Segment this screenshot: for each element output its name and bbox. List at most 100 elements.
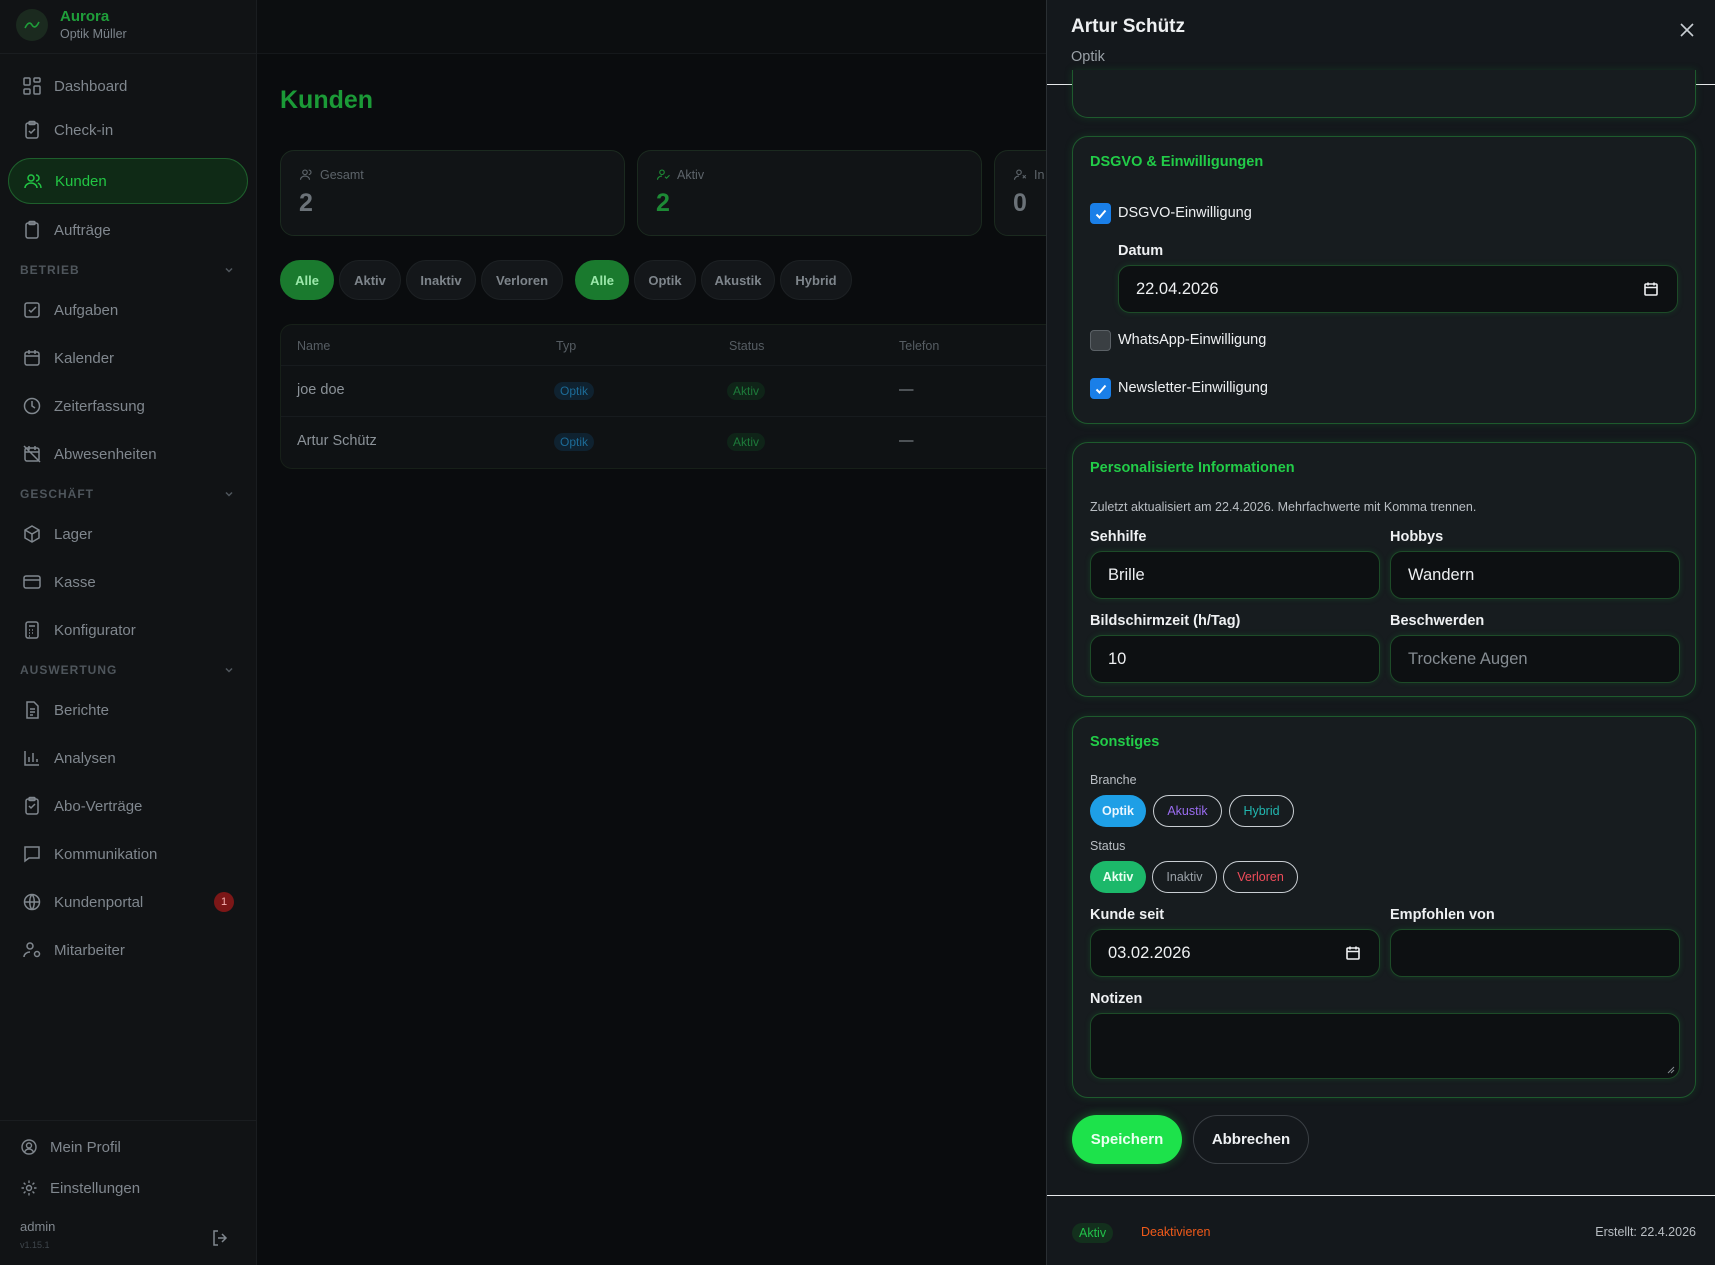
sidebar-item-kasse[interactable]: Kasse — [8, 559, 248, 605]
customer-since-value: 03.02.2026 — [1108, 943, 1191, 962]
table-row[interactable]: joe doe Optik Aktiv — — [281, 365, 1048, 415]
cell-telefon: — — [899, 382, 914, 398]
hobbys-input[interactable]: Wandern — [1390, 551, 1680, 599]
status-option-verloren[interactable]: Verloren — [1223, 861, 1298, 893]
screen-time-input[interactable]: 10 — [1090, 635, 1380, 683]
other-card: Sonstiges Branche Optik Akustik Hybrid S… — [1072, 716, 1696, 1098]
section-geschaeft[interactable]: GESCHÄFT — [20, 484, 235, 504]
sidebar-item-kunden[interactable]: Kunden — [8, 158, 248, 204]
newsletter-consent-label: Newsletter-Einwilligung — [1118, 380, 1268, 396]
bar-chart-icon — [24, 751, 39, 766]
branche-label: Branche — [1090, 773, 1137, 787]
filter-type-alle[interactable]: Alle — [575, 260, 629, 300]
complaints-input[interactable]: Trockene Augen — [1390, 635, 1680, 683]
column-header-typ[interactable]: Typ — [556, 339, 576, 353]
personal-info-title: Personalisierte Informationen — [1090, 460, 1295, 476]
consent-date-input[interactable]: 22.04.2026 — [1118, 265, 1678, 313]
resize-handle-icon[interactable] — [1667, 1066, 1675, 1074]
branche-option-optik[interactable]: Optik — [1090, 795, 1146, 827]
sidebar-item-dashboard[interactable]: Dashboard — [8, 63, 248, 109]
sidebar-item-abo-vertraege[interactable]: Abo-Verträge — [8, 783, 248, 829]
notes-textarea[interactable] — [1090, 1013, 1680, 1079]
current-user: admin — [20, 1219, 56, 1234]
panel-title: Artur Schütz — [1071, 16, 1185, 37]
filter-status-aktiv[interactable]: Aktiv — [339, 260, 401, 300]
brand-subtitle: Optik Müller — [60, 27, 127, 41]
section-betrieb[interactable]: BETRIEB — [20, 260, 235, 280]
user-cog-icon — [23, 942, 41, 958]
stat-label: Aktiv — [656, 167, 704, 182]
users-icon — [24, 174, 42, 189]
column-header-name[interactable]: Name — [297, 339, 330, 353]
type-badge: Optik — [554, 433, 595, 451]
stat-label-text: Gesamt — [320, 167, 364, 182]
stat-label: Gesamt — [299, 167, 364, 182]
status-option-inaktiv[interactable]: Inaktiv — [1152, 861, 1217, 893]
type-badge: Optik — [554, 382, 595, 400]
sidebar-item-aufgaben[interactable]: Aufgaben — [8, 287, 248, 333]
filter-status-verloren[interactable]: Verloren — [481, 260, 563, 300]
hobbys-value: Wandern — [1408, 565, 1475, 584]
deactivate-button[interactable]: Deaktivieren — [1141, 1225, 1210, 1239]
calendar-icon[interactable] — [1643, 281, 1659, 297]
sidebar-item-check-in[interactable]: Check-in — [8, 107, 248, 153]
save-button[interactable]: Speichern — [1072, 1115, 1182, 1164]
my-profile-link[interactable]: Mein Profil — [20, 1138, 121, 1156]
app-version: v1.15.1 — [20, 1240, 50, 1250]
stat-label-text: In — [1034, 167, 1045, 182]
filter-type-optik[interactable]: Optik — [634, 260, 696, 300]
customer-since-input[interactable]: 03.02.2026 — [1090, 929, 1380, 977]
column-header-telefon[interactable]: Telefon — [899, 339, 939, 353]
sehhilfe-input[interactable]: Brille — [1090, 551, 1380, 599]
section-auswertung[interactable]: AUSWERTUNG — [20, 660, 235, 680]
calendar-icon[interactable] — [1345, 945, 1361, 961]
sidebar-item-label: Lager — [54, 525, 93, 543]
column-header-status[interactable]: Status — [729, 339, 764, 353]
stat-value: 2 — [299, 189, 313, 217]
dsgvo-consent-label: DSGVO-Einwilligung — [1118, 205, 1252, 221]
status-option-aktiv[interactable]: Aktiv — [1090, 861, 1146, 893]
sidebar-item-konfigurator[interactable]: Konfigurator — [8, 607, 248, 653]
filter-type-hybrid[interactable]: Hybrid — [780, 260, 852, 300]
gear-icon — [21, 1180, 37, 1196]
filter-status-alle[interactable]: Alle — [280, 260, 334, 300]
sidebar-item-kommunikation[interactable]: Kommunikation — [8, 831, 248, 877]
hobbys-label: Hobbys — [1390, 529, 1444, 545]
sehhilfe-value: Brille — [1108, 565, 1145, 584]
user-circle-icon — [21, 1139, 37, 1155]
filter-status-inaktiv[interactable]: Inaktiv — [406, 260, 476, 300]
chevron-down-icon — [225, 491, 233, 497]
branche-option-akustik[interactable]: Akustik — [1153, 795, 1222, 827]
status-badge: Aktiv — [727, 433, 766, 451]
table-row[interactable]: Artur Schütz Optik Aktiv — — [281, 416, 1048, 466]
brand-name: Aurora — [60, 8, 110, 25]
referred-by-input[interactable] — [1390, 929, 1680, 977]
filter-type-akustik[interactable]: Akustik — [701, 260, 775, 300]
branche-option-hybrid[interactable]: Hybrid — [1229, 795, 1294, 827]
sidebar-item-kalender[interactable]: Kalender — [8, 335, 248, 381]
close-icon[interactable] — [1677, 20, 1697, 40]
newsletter-consent-checkbox[interactable] — [1090, 378, 1111, 399]
sidebar-item-berichte[interactable]: Berichte — [8, 687, 248, 733]
sidebar-item-label: Berichte — [54, 701, 110, 719]
sidebar-item-label: Aufgaben — [54, 301, 119, 319]
cancel-button[interactable]: Abbrechen — [1193, 1115, 1309, 1164]
sidebar-item-zeiterfassung[interactable]: Zeiterfassung — [8, 383, 248, 429]
sidebar-item-mitarbeiter[interactable]: Mitarbeiter — [8, 927, 248, 973]
sidebar-item-kundenportal[interactable]: Kundenportal 1 — [8, 879, 248, 925]
chevron-down-icon — [225, 667, 233, 673]
sidebar-item-lager[interactable]: Lager — [8, 511, 248, 557]
section-label: GESCHÄFT — [20, 487, 94, 501]
sidebar-item-abwesenheiten[interactable]: Abwesenheiten — [8, 431, 248, 477]
whatsapp-consent-checkbox[interactable] — [1090, 330, 1111, 351]
dsgvo-consent-checkbox[interactable] — [1090, 203, 1111, 224]
settings-link[interactable]: Einstellungen — [20, 1179, 140, 1197]
sidebar-item-analysen[interactable]: Analysen — [8, 735, 248, 781]
sidebar-item-auftraege[interactable]: Aufträge — [8, 207, 248, 253]
brand[interactable]: Aurora Optik Müller — [16, 8, 127, 42]
logout-icon[interactable] — [210, 1228, 230, 1248]
calendar-off-icon — [23, 445, 41, 463]
personal-info-card: Personalisierte Informationen Zuletzt ak… — [1072, 442, 1696, 697]
sidebar-item-label: Kundenportal — [54, 893, 144, 911]
sidebar-item-label: Kunden — [55, 172, 107, 190]
